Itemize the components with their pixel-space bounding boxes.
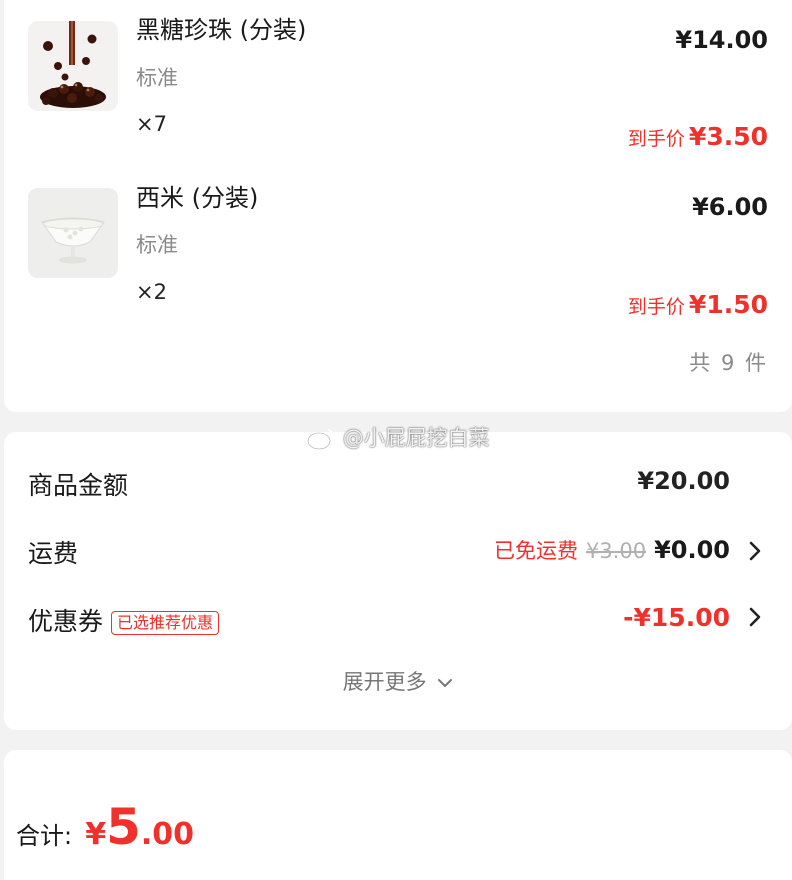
shipping-fee-value: ¥0.00 — [654, 536, 730, 564]
coupon-label: 优惠券 — [28, 607, 104, 636]
product-name[interactable]: 西米 (分装) — [136, 178, 258, 213]
coupon-badge: 已选推荐优惠 — [111, 611, 220, 635]
total-integer: 5 — [106, 798, 141, 856]
original-shipping-fee: ¥3.00 — [585, 539, 647, 563]
product-list-card: 黑糖珍珠 (分装) 标准 ×7 ¥14.00 到手价 ¥3.50 西米 (分装) … — [4, 0, 792, 412]
product-image-brown-sugar-pearls[interactable] — [28, 21, 118, 111]
final-price-value: ¥3.50 — [688, 122, 768, 151]
product-final-price: 到手价 ¥3.50 — [628, 122, 768, 151]
product-spec: 标准 — [136, 66, 178, 90]
product-final-price: 到手价 ¥1.50 — [628, 290, 768, 319]
product-price: ¥14.00 — [675, 26, 768, 54]
order-total: 合计: ¥5.00 — [16, 798, 194, 856]
product-quantity: ×2 — [136, 280, 167, 304]
product-image-sago[interactable] — [28, 188, 118, 278]
order-total-card: 合计: ¥5.00 — [4, 750, 792, 880]
final-price-value: ¥1.50 — [688, 290, 768, 319]
total-currency: ¥ — [85, 817, 107, 852]
final-price-label: 到手价 — [627, 128, 685, 150]
final-price-label: 到手价 — [627, 296, 685, 318]
goods-amount-value: ¥20.00 — [637, 467, 730, 495]
total-decimal: .00 — [140, 817, 195, 852]
chevron-down-icon — [438, 679, 453, 687]
shipping-label: 运费 — [28, 539, 79, 568]
coupon-discount-value: -¥15.00 — [623, 603, 730, 632]
goods-amount-label: 商品金额 — [28, 471, 129, 500]
product-spec: 标准 — [136, 233, 178, 257]
chevron-right-icon[interactable] — [744, 540, 766, 562]
price-summary-card: 商品金额 ¥20.00 运费 已免运费 ¥3.00 ¥0.00 优惠券 已选推荐优惠 … — [4, 432, 792, 730]
item-count: 共 9 件 — [689, 351, 768, 375]
total-label: 合计: — [16, 822, 73, 850]
product-price: ¥6.00 — [692, 193, 768, 221]
coupon-label-group: 优惠券 已选推荐优惠 — [28, 602, 220, 638]
expand-more-label: 展开更多 — [342, 670, 427, 694]
expand-more-button[interactable]: 展开更多 — [4, 666, 792, 696]
free-shipping-text: 已免运费 — [493, 539, 578, 563]
chevron-right-icon[interactable] — [744, 606, 766, 628]
shipping-value-group: 已免运费 ¥3.00 ¥0.00 — [494, 535, 730, 565]
product-quantity: ×7 — [136, 112, 167, 136]
product-name[interactable]: 黑糖珍珠 (分装) — [136, 10, 306, 45]
